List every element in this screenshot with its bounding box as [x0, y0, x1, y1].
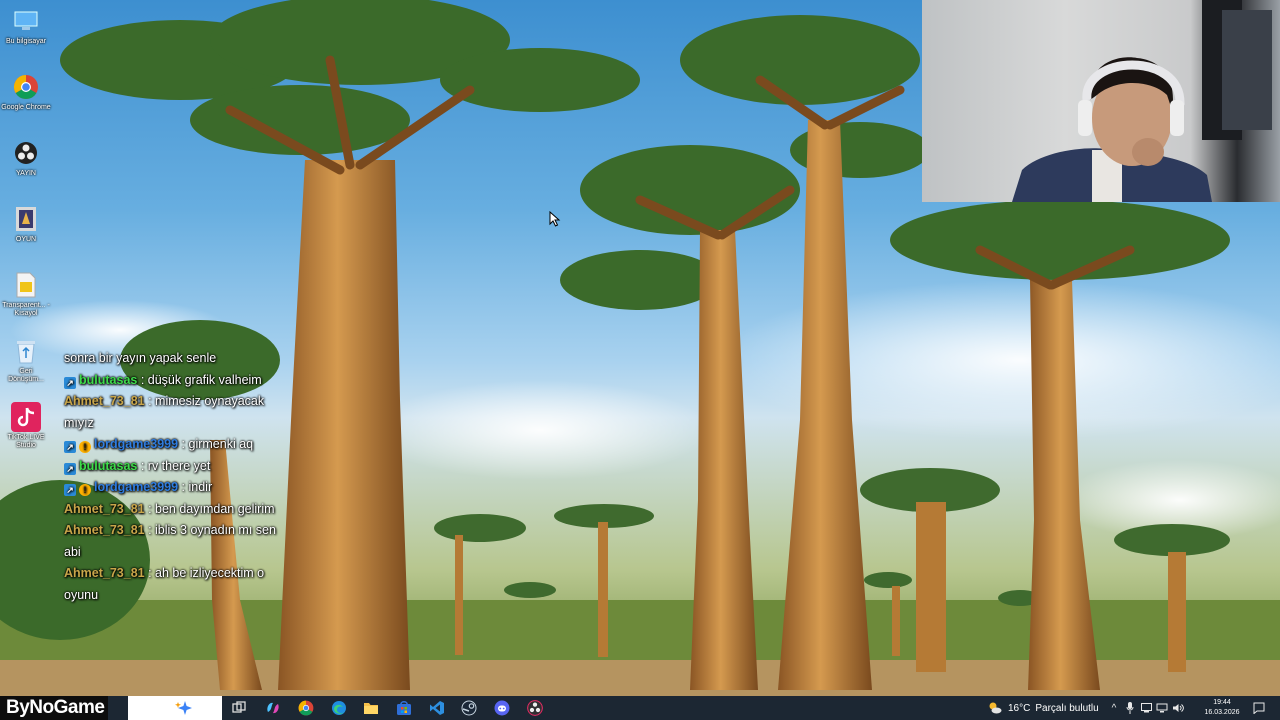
obs-icon [11, 138, 41, 168]
twitch-badge-icon: ↗ [64, 441, 76, 453]
chat-message: ↗ bulutasas : düşük grafik valheim [64, 370, 294, 392]
desktop-icon-chrome[interactable]: Google Chrome [0, 72, 52, 138]
system-tray: ^ [1106, 696, 1186, 720]
volume-icon[interactable] [1170, 696, 1186, 720]
chat-message: Ahmet_73_81 : mimesiz oynayacak mıyız [64, 391, 294, 434]
taskbar: ByNoGame 16°C Parçalı bulutlu ^ 19:44 16… [0, 696, 1280, 720]
twitch-badge-icon: ↗ [64, 462, 76, 475]
chat-message: ↗! lordgame3999 : indir [64, 477, 294, 499]
desktop-icon-label: Google Chrome [1, 104, 51, 111]
chat-username: Ahmet_73_81 [64, 394, 145, 408]
display-icon[interactable] [1138, 696, 1154, 720]
copilot-icon[interactable] [264, 699, 282, 717]
chrome-icon [11, 72, 41, 102]
chrome-icon[interactable] [297, 699, 315, 717]
chat-message: sonra bir yayın yapak senle [64, 348, 294, 370]
chat-username: lordgame3999 [94, 437, 179, 451]
chat-message: ↗ bulutasas : rv there yet [64, 456, 294, 478]
discord-icon[interactable] [493, 699, 511, 717]
chat-username: lordgame3999 [94, 480, 179, 494]
chat-text: : girmenki aq [178, 437, 254, 451]
desktop-icon-label: Bu bilgisayar [5, 38, 47, 45]
edge-icon[interactable] [330, 699, 348, 717]
recycle-bin-icon [11, 336, 41, 366]
obs-icon[interactable] [526, 699, 544, 717]
warning-badge-icon: ! [79, 441, 91, 453]
desktop-icon-column: Bu bilgisayar Google Chrome YAYIN OYUN T… [0, 6, 52, 468]
chat-text: : rv there yet [137, 458, 211, 473]
mouse-cursor-icon [549, 211, 561, 227]
task-view-icon[interactable] [230, 699, 248, 717]
desktop-icon-transparent-shortcut[interactable]: Transparent... - Kısayol [0, 270, 52, 336]
notification-icon[interactable] [1250, 699, 1268, 717]
twitch-badge-icon: ↗ [64, 484, 76, 496]
desktop-icon-recycle-bin[interactable]: Geri Dönüşüm... [0, 336, 52, 402]
chat-username: Ahmet_73_81 [64, 501, 145, 516]
chat-username: Ahmet_73_81 [64, 566, 145, 580]
tiktok-icon [11, 402, 41, 432]
twitch-badge-icon: ↗ [64, 376, 76, 389]
streamer-webcam-image [1012, 0, 1272, 202]
file-icon [11, 270, 41, 300]
desktop-icon-label: YAYIN [16, 170, 36, 177]
computer-icon [11, 6, 41, 36]
chat-username: Ahmet_73_81 [64, 523, 145, 537]
clock-time: 19:44 [1213, 699, 1231, 706]
weather-widget[interactable]: 16°C Parçalı bulutlu [988, 696, 1099, 720]
partly-cloudy-icon [989, 702, 1002, 714]
webcam-overlay [922, 0, 1280, 202]
clock-date: 16.03.2026 [1204, 709, 1240, 716]
chat-username: bulutasas [79, 458, 138, 473]
stream-chat-overlay: sonra bir yayın yapak senle ↗ bulutasas :… [64, 348, 294, 606]
desktop-icon-yayin[interactable]: YAYIN [0, 138, 52, 204]
chat-message: ↗! lordgame3999 : girmenki aq [64, 434, 294, 456]
chat-text: : ben dayımdan gelirim [144, 501, 275, 516]
chat-text: : indir [178, 480, 213, 494]
file-explorer-icon[interactable] [362, 699, 380, 717]
weather-temperature: 16°C [1008, 702, 1031, 714]
weather-condition: Parçalı bulutlu [1035, 702, 1099, 714]
desktop[interactable]: Bu bilgisayar Google Chrome YAYIN OYUN T… [0, 0, 1280, 696]
chevron-up-icon[interactable]: ^ [1106, 696, 1122, 720]
chat-message: Ahmet_73_81 : ah be izliyecektim o oyunu [64, 563, 294, 606]
desktop-icon-label: OYUN [15, 236, 37, 243]
warning-badge-icon: ! [79, 484, 91, 496]
desktop-icon-label: TikTok LIVE Studio [7, 434, 45, 449]
steam-icon[interactable] [460, 699, 478, 717]
desktop-icon-this-pc[interactable]: Bu bilgisayar [0, 6, 52, 72]
taskbar-clock[interactable]: 19:44 16.03.2026 [1200, 696, 1244, 720]
sparkle-icon [175, 701, 192, 715]
desktop-icon-oyun[interactable]: OYUN [0, 204, 52, 270]
desktop-icon-label: Transparent... - Kısayol [2, 302, 50, 317]
chat-text: : düşük grafik valheim [137, 372, 262, 387]
chat-message: Ahmet_73_81 : iblis 3 oynadın mı sen abi [64, 520, 294, 563]
chat-text: sonra bir yayın yapak senle [64, 351, 217, 365]
desktop-icon-tiktok-live-studio[interactable]: TikTok LIVE Studio [0, 402, 52, 468]
microphone-icon[interactable] [1122, 696, 1138, 720]
network-icon[interactable] [1154, 696, 1170, 720]
chat-username: bulutasas [79, 372, 138, 387]
bynogame-brand-logo: ByNoGame [0, 696, 109, 720]
vscode-icon[interactable] [428, 699, 446, 717]
taskbar-search-box[interactable] [128, 696, 222, 720]
desktop-icon-label: Geri Dönüşüm... [8, 368, 44, 383]
store-icon[interactable] [395, 699, 413, 717]
chat-message: Ahmet_73_81 : ben dayımdan gelirim [64, 499, 294, 521]
game-icon [11, 204, 41, 234]
